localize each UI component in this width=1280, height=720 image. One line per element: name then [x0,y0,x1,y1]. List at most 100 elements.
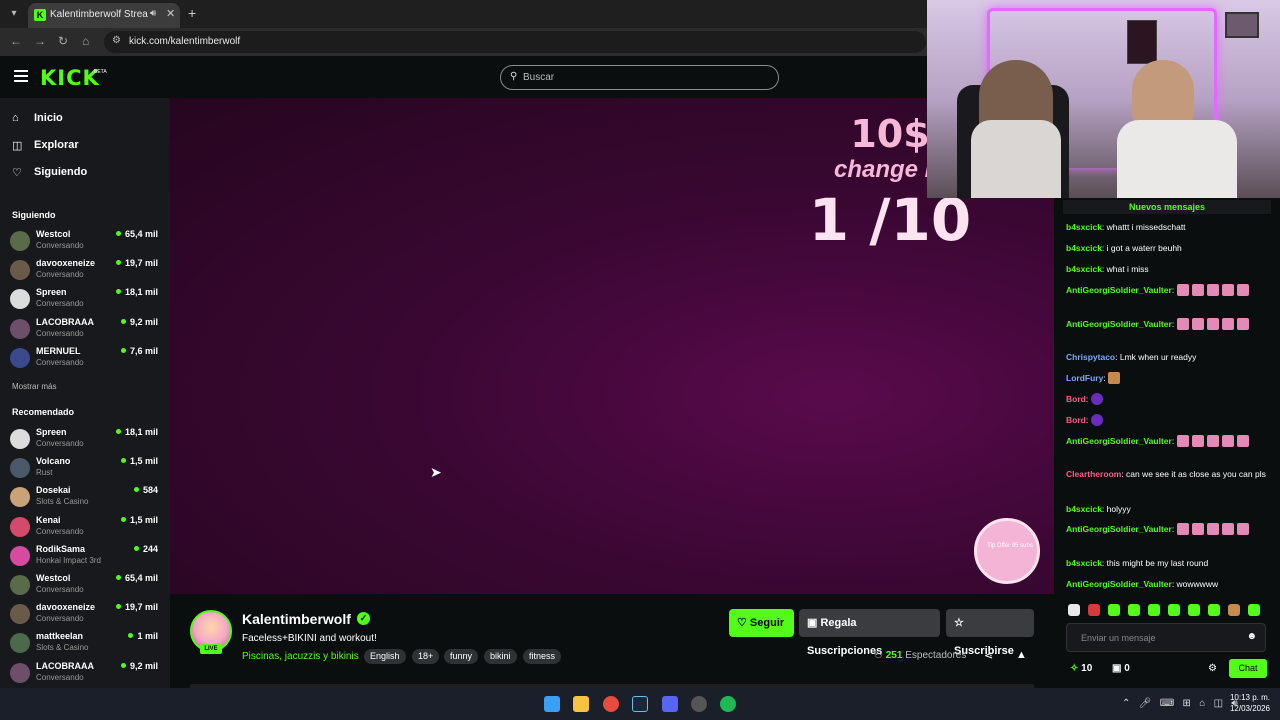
stream-category[interactable]: Piscinas, jacuzzis y bikinis [242,651,359,662]
emoji-icon[interactable]: ☻ [1246,631,1257,642]
spotify-icon[interactable] [720,696,736,712]
chat-username[interactable]: Bord [1066,394,1086,404]
share-icon[interactable]: ⋖ [984,649,993,662]
channel-row-viewers: 1,5 mil [121,515,158,525]
chat-username[interactable]: AntiGeorgiSoldier_Vaulter [1066,319,1172,329]
tag-bikini[interactable]: bikini [484,649,517,664]
channel-row[interactable]: Spreen Conversando 18,1 mil [10,286,162,314]
channel-row[interactable]: LACOBRAAA Conversando 9,2 mil [10,660,162,688]
nav-item-inicio[interactable]: ⌂ Inicio [12,110,162,130]
channel-row-name: Dosekai [36,485,71,496]
app-icon[interactable] [691,696,707,712]
chat-username[interactable]: AntiGeorgiSoldier_Vaulter [1066,524,1172,534]
forward-icon[interactable]: → [34,34,46,48]
emote-icon [1221,435,1234,447]
channel-row[interactable]: RodikSama Honkai Impact 3rd 244 [10,543,162,571]
channel-row-category: Conversando [36,357,84,367]
chat-username[interactable]: LordFury [1066,373,1103,383]
back-icon[interactable]: ← [10,34,22,48]
channel-name[interactable]: Kalentimberwolf [242,611,351,627]
audio-icon[interactable]: 🔊︎ [150,8,156,19]
search-input[interactable]: ⚲ Buscar [500,65,779,90]
avatar [10,487,30,508]
clock-date[interactable]: 12/03/2026 [1228,704,1270,713]
discord-icon[interactable] [662,696,678,712]
hamburger-menu-icon[interactable] [14,70,28,82]
avatar [10,633,30,654]
home-icon[interactable]: ⌂ [82,34,89,48]
close-tab-icon[interactable]: ✕ [166,7,175,20]
chat-username[interactable]: AntiGeorgiSoldier_Vaulter [1066,579,1172,589]
nav-item-explorar[interactable]: ◫ Explorar [12,137,162,157]
chat-send-button[interactable]: Chat [1229,659,1267,678]
nav-item-siguiendo[interactable]: ♡ Siguiendo [12,164,162,184]
channel-row[interactable]: Kenai Conversando 1,5 mil [10,514,162,542]
tag-english[interactable]: English [364,649,406,664]
nav-label: Explorar [34,139,79,151]
emote-icon[interactable] [1088,604,1100,616]
channel-points[interactable]: ✧ 10 [1070,663,1092,674]
gear-icon[interactable]: ⚙︎ [1208,663,1217,674]
site-info-icon[interactable]: ⚙︎ [112,35,121,46]
emote-icon[interactable] [1248,604,1260,616]
tag-18plus[interactable]: 18+ [412,649,440,664]
channel-row[interactable]: davooxeneize Conversando 19,7 mil [10,257,162,285]
gift-subs-button[interactable]: ▣ Regala Suscripciones [799,609,940,657]
report-icon[interactable]: ▲ [1016,649,1027,661]
new-tab-button[interactable]: + [188,5,196,21]
channel-row[interactable]: LACOBRAAA Conversando 9,2 mil [10,316,162,344]
browser-tab[interactable]: K Kalentimberwolf Stream - V 🔊︎ ✕ [28,3,180,28]
chat-username[interactable]: Bord [1066,415,1086,425]
emote-icon[interactable] [1228,604,1240,616]
emote-icon[interactable] [1108,604,1120,616]
file-explorer-icon[interactable] [573,696,589,712]
chat-input[interactable]: Enviar un mensaje ☻ [1066,623,1266,652]
chat-username[interactable]: b4sxcick [1066,264,1102,274]
chat-username[interactable]: AntiGeorgiSoldier_Vaulter [1066,436,1172,446]
chat-username[interactable]: b4sxcick [1066,558,1102,568]
chat-username[interactable]: Chrispytaco [1066,352,1115,362]
chrome-icon[interactable] [603,696,619,712]
address-bar[interactable]: ⚙︎ kick.com/kalentimberwolf [104,31,926,53]
channel-row[interactable]: davooxeneize Conversando 19,7 mil [10,601,162,629]
kick-logo[interactable]: KICK [40,66,100,90]
gift-count[interactable]: ▣ 0 [1112,663,1130,674]
chat-username[interactable]: AntiGeorgiSoldier_Vaulter [1066,285,1172,295]
show-more-link[interactable]: Mostrar más [12,382,56,391]
chat-username[interactable]: b4sxcick [1066,243,1102,253]
channel-row[interactable]: mattkeelan Slots & Casino 1 mil [10,630,162,658]
tab-list-button[interactable]: ▾ [6,6,22,22]
emote-icon[interactable] [1168,604,1180,616]
chat-username[interactable]: b4sxcick [1066,222,1102,232]
chat-text: : [1085,394,1089,404]
channel-row-name: Spreen [36,427,67,437]
channel-row[interactable]: MERNUEL Conversando 7,6 mil [10,345,162,373]
steam-icon[interactable] [632,696,648,712]
emote-icon[interactable] [1148,604,1160,616]
chat-username[interactable]: b4sxcick [1066,504,1102,514]
new-messages-banner[interactable]: Nuevos mensajes [1063,200,1271,214]
reload-icon[interactable]: ↻ [58,34,68,48]
channel-row-category: Conversando [36,614,84,624]
emote-icon[interactable] [1188,604,1200,616]
beta-label: BETA [94,69,107,75]
subscribe-button[interactable]: ☆ Suscribirse [946,609,1034,657]
channel-row[interactable]: Spreen Conversando 18,1 mil [10,426,162,454]
channel-row[interactable]: Volcano Rust 1,5 mil [10,455,162,483]
emote-icon[interactable] [1128,604,1140,616]
follow-button[interactable]: ♡ Seguir [729,609,794,637]
chat-text: : can we see it as close as you can pls [1121,469,1266,479]
channel-row[interactable]: Dosekai Slots & Casino 584 [10,484,162,512]
system-tray[interactable]: ⌃ 🎤︎ ⌨︎ ⊞ ⌂ ◫ 🔊︎ [1122,698,1238,709]
windows-start-icon[interactable] [544,696,560,712]
clock-time[interactable]: 10:13 p. m. [1228,693,1270,702]
channel-row[interactable]: Westcol Conversando 65,4 mil [10,228,162,256]
channel-row[interactable]: Westcol Conversando 65,4 mil [10,572,162,600]
emote-icon [1191,284,1204,296]
chat-username[interactable]: Cleartheroom [1066,469,1121,479]
emote-icon[interactable] [1208,604,1220,616]
tag-fitness[interactable]: fitness [523,649,562,664]
tag-funny[interactable]: funny [444,649,479,664]
emote-icon[interactable] [1068,604,1080,616]
video-player[interactable]: 10$ change in 1 /10 Tip Offer 95 subs ➤ [170,98,1054,594]
